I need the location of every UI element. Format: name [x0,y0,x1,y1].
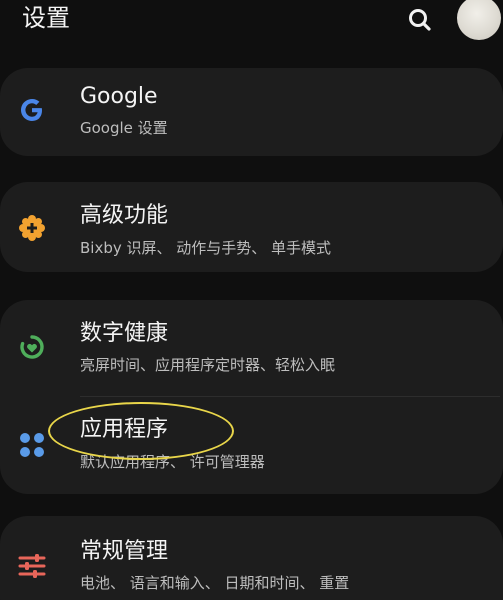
page-title: 设置 [22,4,70,32]
settings-item-apps[interactable]: 应用程序 默认应用程序、 许可管理器 [0,397,503,494]
settings-item-title: 数字健康 [80,321,169,346]
settings-item-subtitle: Bixby 识屏、 动作与手势、 单手模式 [80,239,332,257]
settings-item-subtitle: Google 设置 [80,119,168,137]
wellbeing-heart-icon [16,331,48,363]
apps-dots-icon [16,429,48,461]
settings-screen: 设置 Google Google 设置 高级功能 Bixby 识屏、 动作与手势… [0,0,503,600]
settings-item-title: 常规管理 [80,539,169,564]
search-icon [409,9,431,31]
settings-item-general-management[interactable]: 常规管理 电池、 语言和输入、 日期和时间、 重置 [0,516,503,600]
settings-card-wellbeing-apps: 数字健康 亮屏时间、应用程序定时器、轻松入眠 应用程序 默认应用程序、 许可管理… [0,300,503,494]
header: 设置 [0,0,503,45]
settings-card-advanced: 高级功能 Bixby 识屏、 动作与手势、 单手模式 [0,182,503,272]
settings-item-title: 应用程序 [80,417,169,442]
avatar[interactable] [457,0,501,40]
settings-item-title: 高级功能 [80,203,169,228]
google-g-icon [16,94,48,126]
settings-card-general: 常规管理 电池、 语言和输入、 日期和时间、 重置 [0,516,503,600]
settings-card-google: Google Google 设置 [0,68,503,156]
search-button[interactable] [404,4,436,36]
settings-item-digital-wellbeing[interactable]: 数字健康 亮屏时间、应用程序定时器、轻松入眠 [0,300,503,396]
settings-item-subtitle: 默认应用程序、 许可管理器 [80,453,265,471]
settings-item-title: Google [80,84,158,109]
gear-plus-icon [16,212,48,244]
settings-item-advanced[interactable]: 高级功能 Bixby 识屏、 动作与手势、 单手模式 [0,182,503,272]
settings-item-subtitle: 电池、 语言和输入、 日期和时间、 重置 [80,574,350,592]
settings-item-google[interactable]: Google Google 设置 [0,68,503,156]
sliders-icon [16,550,48,582]
settings-item-subtitle: 亮屏时间、应用程序定时器、轻松入眠 [80,356,336,374]
